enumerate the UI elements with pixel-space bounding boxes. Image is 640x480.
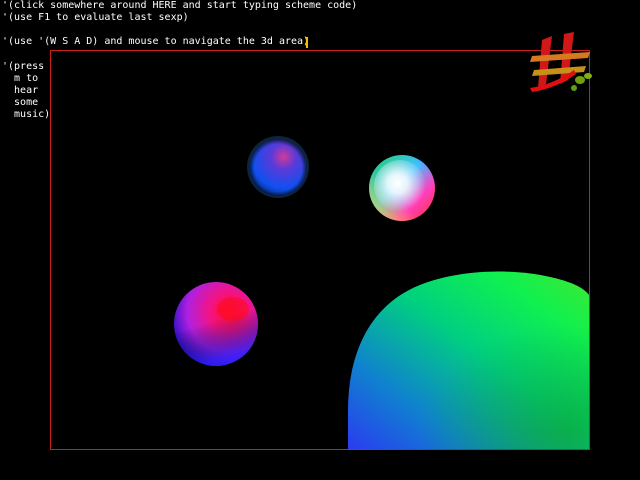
music-hint-text: '(press m to hear some music) [2, 61, 51, 120]
repl-line-click-hint[interactable]: '(click somewhere around HERE and start … [2, 0, 357, 12]
rainbow-sphere [369, 155, 435, 221]
blue-sphere [247, 136, 309, 198]
repl-line-f1-hint[interactable]: '(use F1 to evaluate last sexp) [2, 12, 189, 24]
3d-scene [174, 136, 589, 449]
repl-line-navigation-hint[interactable]: '(use '(W S A D) and mouse to navigate t… [2, 36, 309, 48]
magenta-sphere [174, 282, 258, 366]
text-caret [306, 37, 308, 48]
3d-viewport[interactable] [50, 50, 590, 450]
green-blob [348, 271, 589, 449]
app-screen[interactable]: '(click somewhere around HERE and start … [0, 0, 640, 480]
hash-logo-icon [530, 32, 596, 96]
